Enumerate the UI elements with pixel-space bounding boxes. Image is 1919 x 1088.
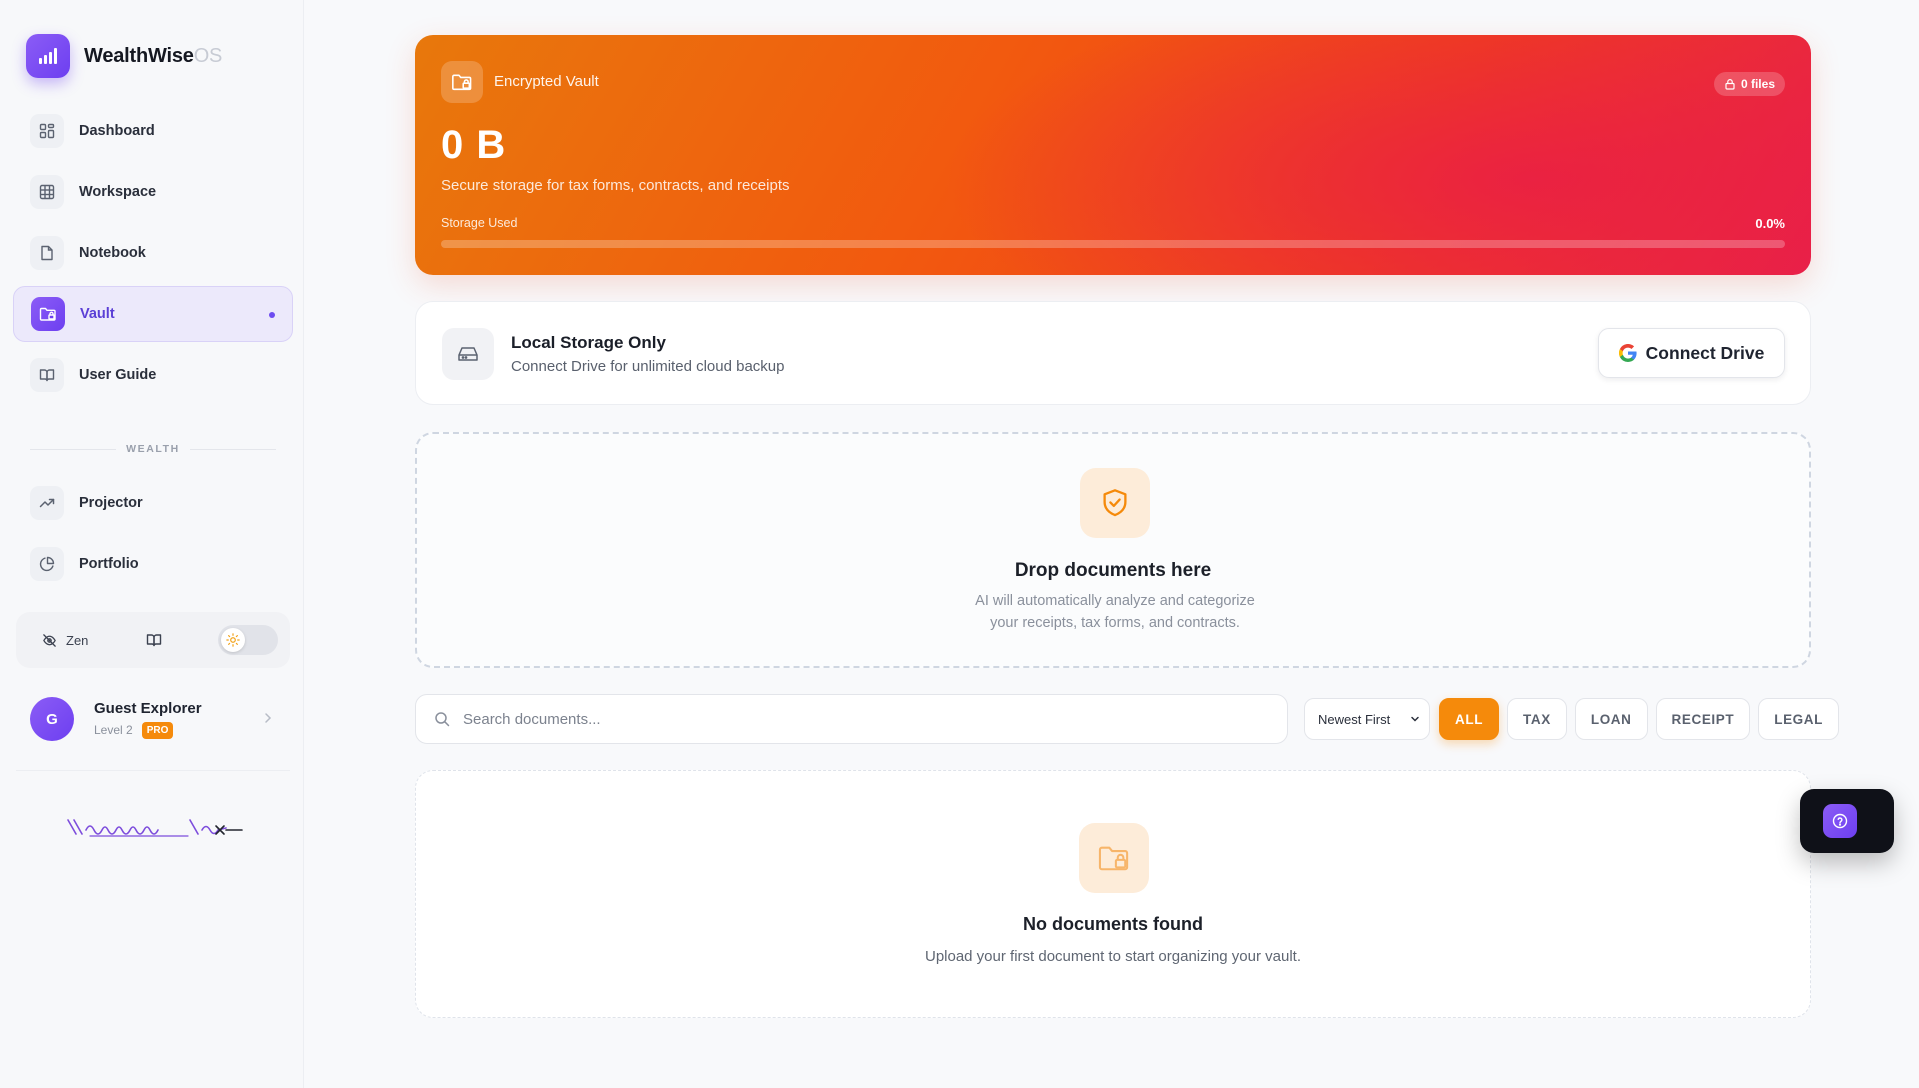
table-grid-icon (30, 175, 64, 209)
zen-label: Zen (66, 632, 89, 648)
hard-drive-icon (442, 328, 494, 380)
help-circle-icon (1823, 804, 1857, 838)
signature-logo (66, 816, 246, 840)
files-count-badge: 0 files (1713, 72, 1785, 96)
search-input[interactable] (463, 710, 1243, 728)
storage-used-percent: 0.0% (1755, 216, 1785, 231)
active-indicator-dot (269, 312, 275, 318)
folder-lock-icon (1079, 823, 1149, 893)
files-count: 0 files (1740, 77, 1775, 91)
zen-mode-button[interactable]: Zen (42, 633, 88, 648)
storage-used-label: Storage Used (441, 216, 518, 230)
sidebar-item-vault[interactable]: Vault (13, 286, 293, 342)
help-button[interactable] (1800, 789, 1894, 853)
file-icon (30, 236, 64, 270)
profile-name: Guest Explorer (94, 699, 202, 717)
sidebar-item-label: Dashboard (79, 123, 155, 139)
connect-drive-label: Connect Drive (1645, 342, 1765, 363)
storage-size: 0 B (441, 123, 507, 167)
document-drop-zone[interactable]: Drop documents here AI will automaticall… (415, 432, 1811, 668)
theme-toggle[interactable] (218, 625, 279, 655)
book-open-icon (30, 358, 64, 392)
profile-meta: Level 2 PRO (94, 721, 202, 739)
divider (16, 770, 290, 771)
vault-header-card: Encrypted Vault 0 files 0 B Secure stora… (415, 35, 1811, 275)
book-open-icon (146, 632, 162, 648)
divider (189, 448, 277, 450)
category-filters: ALL TAX LOAN RECEIPT LEGAL (1439, 698, 1839, 740)
sidebar: WealthWiseOS Dashboard Workspace Noteboo… (0, 0, 304, 1088)
storage-progress-bar (441, 240, 1785, 248)
filter-all[interactable]: ALL (1439, 698, 1500, 740)
trending-up-icon (30, 486, 64, 520)
pie-chart-icon (30, 547, 64, 581)
sidebar-item-label: Portfolio (79, 556, 139, 572)
guide-button[interactable] (146, 632, 162, 648)
vault-title: Encrypted Vault (494, 73, 599, 90)
divider (30, 448, 117, 450)
sort-selected-value: Newest First (1318, 711, 1391, 727)
connect-drive-button[interactable]: Connect Drive (1598, 328, 1785, 378)
avatar: G (30, 697, 74, 741)
sidebar-item-user-guide[interactable]: User Guide (13, 347, 293, 403)
chevron-right-icon (262, 712, 274, 724)
brand[interactable]: WealthWiseOS (26, 34, 222, 78)
profile-level: Level 2 (94, 723, 133, 737)
bar-chart-logo-icon (26, 34, 70, 78)
sidebar-item-label: Notebook (79, 245, 146, 261)
drop-zone-title: Drop documents here (1014, 560, 1212, 581)
local-storage-card: Local Storage Only Connect Drive for unl… (415, 301, 1811, 405)
eye-off-icon (42, 633, 57, 648)
app-name-suffix: OS (193, 44, 223, 67)
empty-state-title: No documents found (1023, 914, 1203, 934)
folder-lock-icon (441, 61, 483, 103)
profile-text: Guest Explorer Level 2 PRO (94, 700, 202, 739)
filter-loan[interactable]: LOAN (1574, 698, 1648, 740)
lock-icon (1724, 78, 1736, 90)
wealth-nav: Projector Portfolio (13, 475, 293, 597)
google-g-icon (1618, 344, 1637, 362)
storage-title: Local Storage Only (511, 333, 666, 352)
filter-tax[interactable]: TAX (1507, 698, 1567, 740)
sidebar-toolbar: Zen (16, 612, 290, 668)
app-name-main: WealthWise (84, 44, 194, 67)
search-bar (415, 694, 1288, 744)
sidebar-item-label: Projector (79, 495, 143, 511)
user-profile[interactable]: G Guest Explorer Level 2 PRO (30, 694, 280, 744)
section-title: WEALTH (126, 443, 180, 455)
chevron-down-icon (1410, 714, 1420, 724)
storage-subtitle: Connect Drive for unlimited cloud backup (511, 358, 785, 375)
filter-legal[interactable]: LEGAL (1758, 698, 1839, 740)
filter-receipt[interactable]: RECEIPT (1655, 698, 1751, 740)
sidebar-item-dashboard[interactable]: Dashboard (13, 103, 293, 159)
app-name: WealthWiseOS (84, 45, 222, 68)
main-nav: Dashboard Workspace Notebook Vault User … (13, 103, 293, 408)
sidebar-item-label: User Guide (79, 367, 157, 383)
sidebar-item-workspace[interactable]: Workspace (13, 164, 293, 220)
sidebar-item-label: Vault (80, 306, 115, 322)
shield-check-icon (1080, 468, 1150, 538)
empty-documents-state: No documents found Upload your first doc… (415, 770, 1811, 1018)
sidebar-item-notebook[interactable]: Notebook (13, 225, 293, 281)
drop-zone-subtitle: AI will automatically analyze and catego… (975, 593, 1255, 631)
sidebar-item-projector[interactable]: Projector (13, 475, 293, 531)
vault-subtitle: Secure storage for tax forms, contracts,… (441, 177, 790, 194)
sun-icon (221, 628, 246, 652)
sidebar-item-label: Workspace (79, 184, 157, 200)
empty-state-subtitle: Upload your first document to start orga… (924, 948, 1302, 965)
pro-badge: PRO (141, 721, 174, 739)
sidebar-item-portfolio[interactable]: Portfolio (13, 536, 293, 592)
section-label-wealth: WEALTH (30, 442, 277, 456)
search-icon (434, 711, 450, 727)
dashboard-grid-icon (30, 114, 64, 148)
folder-lock-icon (31, 297, 65, 331)
sort-dropdown[interactable]: Newest First (1304, 698, 1430, 740)
